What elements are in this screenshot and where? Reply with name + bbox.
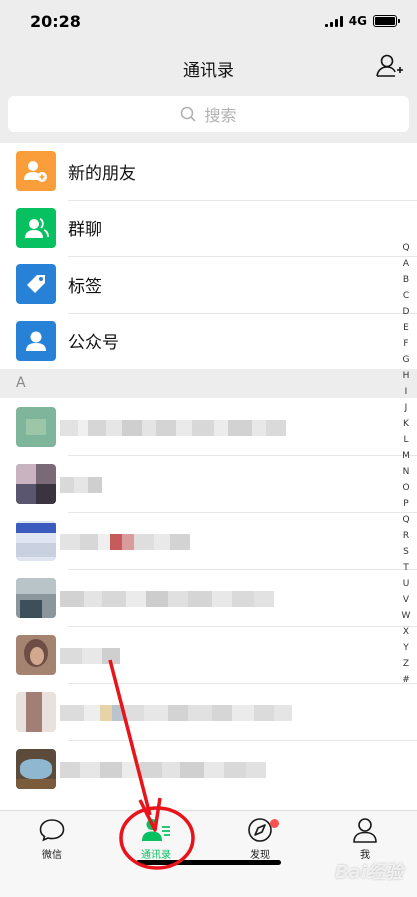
index-letter[interactable]: J (405, 400, 408, 416)
index-letter[interactable]: C (403, 288, 409, 304)
person-icon (353, 818, 377, 843)
contact-row[interactable] (0, 569, 417, 626)
tag-icon (16, 264, 56, 305)
contact-row[interactable] (0, 740, 417, 797)
item-label: 标签 (68, 276, 102, 297)
contact-list (0, 398, 417, 810)
index-letter[interactable]: W (402, 608, 411, 624)
index-letter[interactable]: Y (403, 640, 409, 656)
contacts-icon (142, 819, 170, 841)
index-letter[interactable]: G (403, 352, 410, 368)
search-placeholder: 搜索 (204, 106, 237, 125)
watermark: Bai经验 (334, 862, 403, 883)
index-letter[interactable]: N (403, 464, 410, 480)
index-letter[interactable]: # (402, 672, 410, 688)
index-letter[interactable]: B (403, 272, 409, 288)
group-chats-item[interactable]: 群聊 (0, 199, 417, 257)
avatar (16, 692, 56, 732)
item-label: 群聊 (68, 220, 102, 241)
index-letter[interactable]: A (403, 256, 409, 272)
index-letter[interactable]: F (403, 336, 408, 352)
avatar (16, 635, 56, 675)
tags-item[interactable]: 标签 (0, 256, 417, 313)
tab-me[interactable]: 我 (325, 817, 405, 861)
index-letter[interactable]: R (403, 528, 409, 544)
index-letter[interactable]: V (403, 592, 409, 608)
index-letter[interactable]: L (403, 432, 408, 448)
item-label: 新的朋友 (68, 163, 136, 184)
avatar (16, 749, 56, 789)
obscured-name (60, 477, 102, 493)
avatar (16, 521, 56, 561)
index-letter[interactable]: Q (402, 240, 409, 256)
status-indicators: 4G (324, 14, 400, 28)
contact-row[interactable] (0, 455, 417, 512)
index-letter[interactable]: E (403, 320, 409, 336)
status-time: 20:28 (30, 12, 81, 31)
index-letter[interactable]: Q (402, 512, 409, 528)
new-friends-item[interactable]: 新的朋友 (0, 143, 417, 200)
obscured-name (60, 648, 120, 664)
nav-bar: 通讯录 (0, 44, 417, 88)
contact-row[interactable] (0, 398, 417, 455)
new-friend-icon (16, 151, 56, 192)
index-letter[interactable]: P (403, 496, 408, 512)
search-icon (181, 106, 197, 122)
official-account-icon (16, 320, 56, 361)
status-bar: 20:28 4G (0, 0, 417, 44)
tab-label: 通讯录 (141, 850, 171, 861)
tab-contacts[interactable]: 通讯录 (116, 817, 196, 861)
obscured-name (60, 705, 292, 721)
obscured-name (60, 420, 286, 436)
group-chat-icon (16, 207, 56, 248)
index-letter[interactable]: Z (403, 656, 409, 672)
section-header: A (0, 369, 417, 398)
index-letter[interactable]: T (403, 560, 409, 576)
fixed-entries: 新的朋友 群聊 标签 公众号 (0, 143, 417, 369)
item-label: 公众号 (68, 333, 119, 354)
obscured-name (60, 591, 274, 607)
avatar (16, 407, 56, 447)
index-letter[interactable]: U (403, 576, 410, 592)
avatar (16, 464, 56, 504)
obscured-name (60, 762, 266, 778)
page-title: 通讯录 (183, 61, 234, 81)
notification-badge (270, 819, 279, 828)
index-letter[interactable]: M (402, 448, 410, 464)
tab-label: 微信 (42, 850, 62, 861)
add-contact-icon[interactable] (375, 52, 405, 80)
index-letter[interactable]: D (403, 304, 410, 320)
index-letter[interactable]: I (405, 384, 408, 400)
contact-row[interactable] (0, 512, 417, 569)
tab-chats[interactable]: 微信 (12, 817, 92, 861)
search-input[interactable]: 搜索 (8, 96, 409, 132)
official-accounts-item[interactable]: 公众号 (0, 312, 417, 370)
signal-icon (324, 15, 343, 27)
index-letter[interactable]: K (403, 416, 409, 432)
obscured-name (60, 534, 190, 550)
tab-label: 发现 (250, 850, 270, 861)
contact-row[interactable] (0, 626, 417, 683)
index-letter[interactable]: S (403, 544, 409, 560)
contact-row[interactable] (0, 683, 417, 740)
battery-icon (373, 15, 400, 27)
alphabet-index[interactable]: Q A B C D E F G H I J K L M N O P Q R S T U V W X Y Z # (399, 240, 413, 688)
home-indicator (136, 860, 281, 865)
index-letter[interactable]: H (403, 368, 410, 384)
tab-discover[interactable]: 发现 (220, 817, 300, 861)
index-letter[interactable]: X (403, 624, 409, 640)
chat-bubble-icon (39, 819, 65, 842)
avatar (16, 578, 56, 618)
network-type: 4G (348, 14, 367, 28)
index-letter[interactable]: O (402, 480, 409, 496)
